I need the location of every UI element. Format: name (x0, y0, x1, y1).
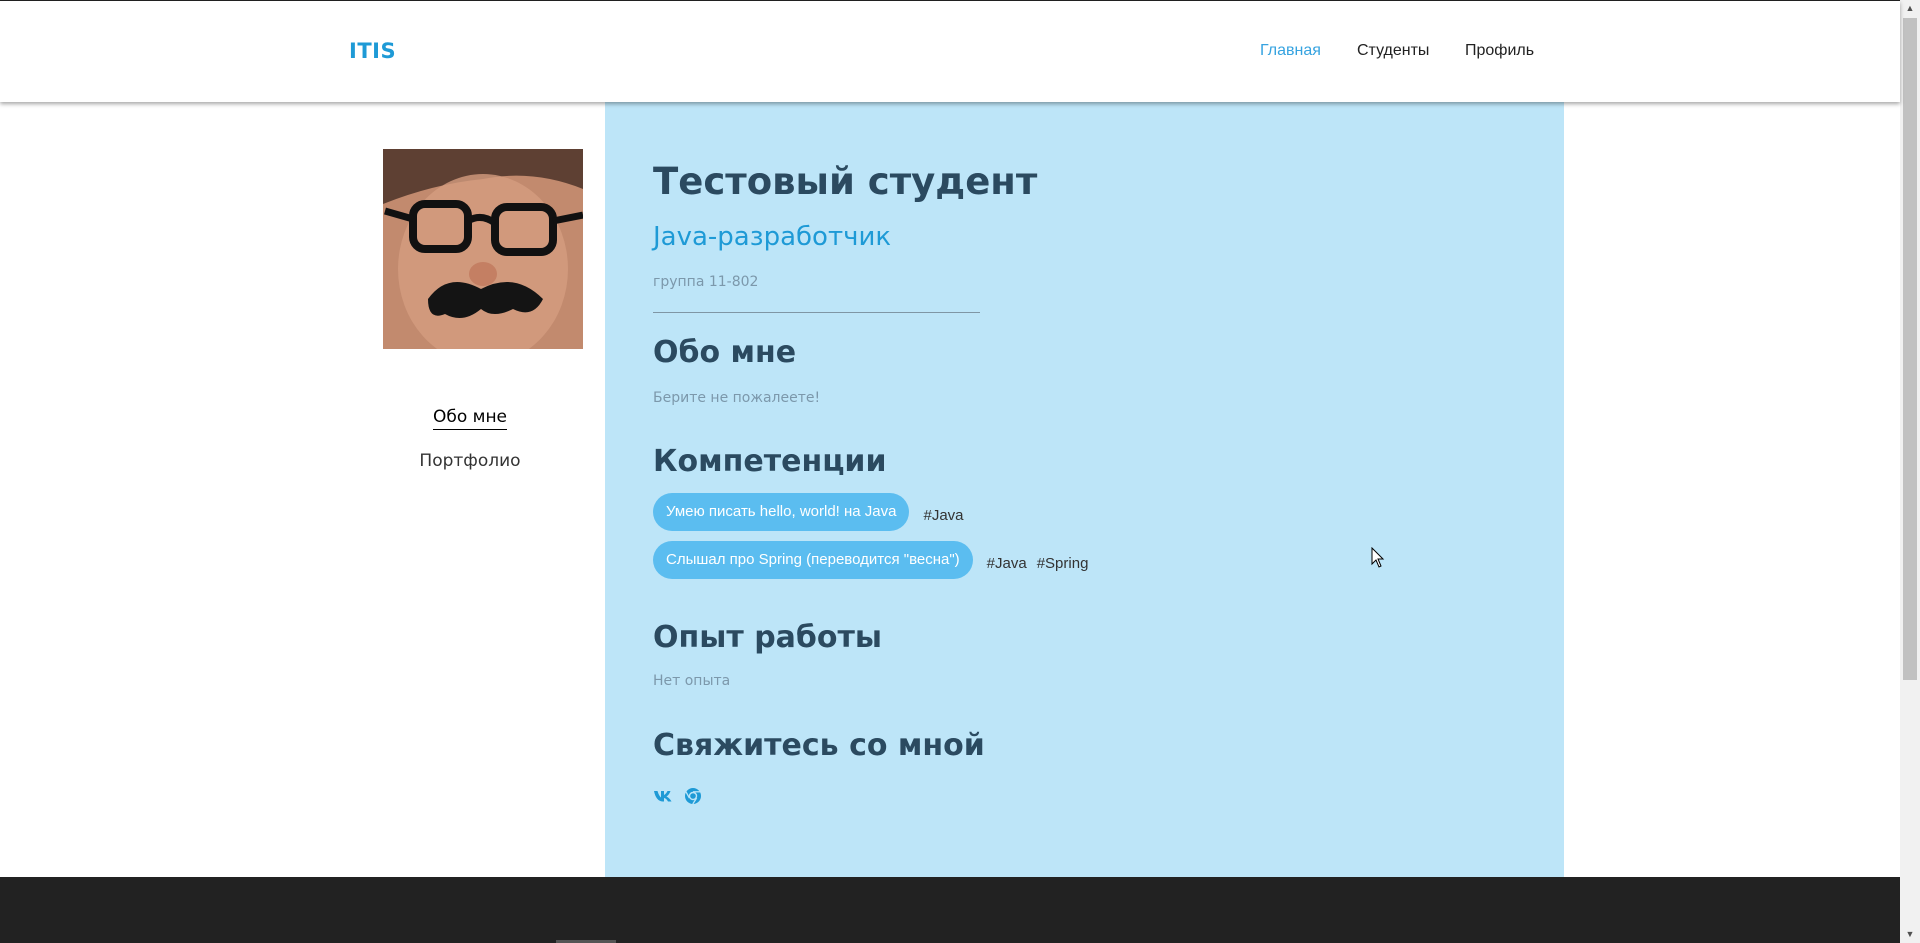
sidebar-item-about-label: Обо мне (432, 407, 508, 430)
site-logo[interactable]: ITIS (349, 39, 396, 63)
nav-profile-link[interactable]: Профиль (1465, 42, 1534, 60)
vk-link[interactable] (653, 788, 673, 804)
about-text: Берите не пожалеете! (653, 390, 821, 406)
avatar (383, 149, 583, 349)
website-link[interactable] (683, 786, 703, 806)
student-group: группа 11-802 (653, 274, 759, 290)
skill-tag[interactable]: #Java (987, 549, 1027, 572)
skill-badge: Умею писать hello, world! на Java (653, 493, 910, 531)
nav-students-link[interactable]: Студенты (1357, 42, 1429, 60)
skill-row: Слышал про Spring (переводится "весна") … (653, 541, 1088, 579)
scroll-up-icon[interactable]: ▲ (1900, 0, 1920, 17)
chrome-icon (685, 788, 701, 805)
student-name: Тестовый студент (653, 160, 1038, 203)
experience-heading: Опыт работы (653, 620, 882, 655)
sidebar-item-portfolio[interactable]: Портфолио (360, 451, 580, 471)
profile-content: Тестовый студент Java-разработчик группа… (605, 102, 1564, 877)
top-navbar: ITIS Главная Студенты Профиль (0, 1, 1900, 102)
experience-text: Нет опыта (653, 673, 731, 689)
vertical-scrollbar[interactable]: ▲ ▼ (1900, 0, 1920, 943)
student-role: Java-разработчик (653, 222, 892, 252)
skill-badge: Слышал про Spring (переводится "весна") (653, 541, 973, 579)
scroll-down-icon[interactable]: ▼ (1900, 926, 1920, 943)
skill-tag[interactable]: #Java (923, 501, 963, 524)
divider (653, 312, 980, 313)
avatar-photo (383, 149, 583, 349)
about-heading: Обо мне (653, 335, 797, 370)
scroll-thumb[interactable] (1903, 18, 1917, 680)
nav-home-link[interactable]: Главная (1260, 42, 1321, 60)
sidebar-item-about[interactable]: Обо мне (360, 407, 580, 430)
page-footer (0, 877, 1900, 943)
contact-heading: Свяжитесь со мной (653, 728, 985, 763)
skills-heading: Компетенции (653, 444, 887, 479)
skill-row: Умею писать hello, world! на Java #Java (653, 493, 964, 531)
vk-icon (654, 791, 672, 802)
skill-tag[interactable]: #Spring (1037, 549, 1089, 572)
